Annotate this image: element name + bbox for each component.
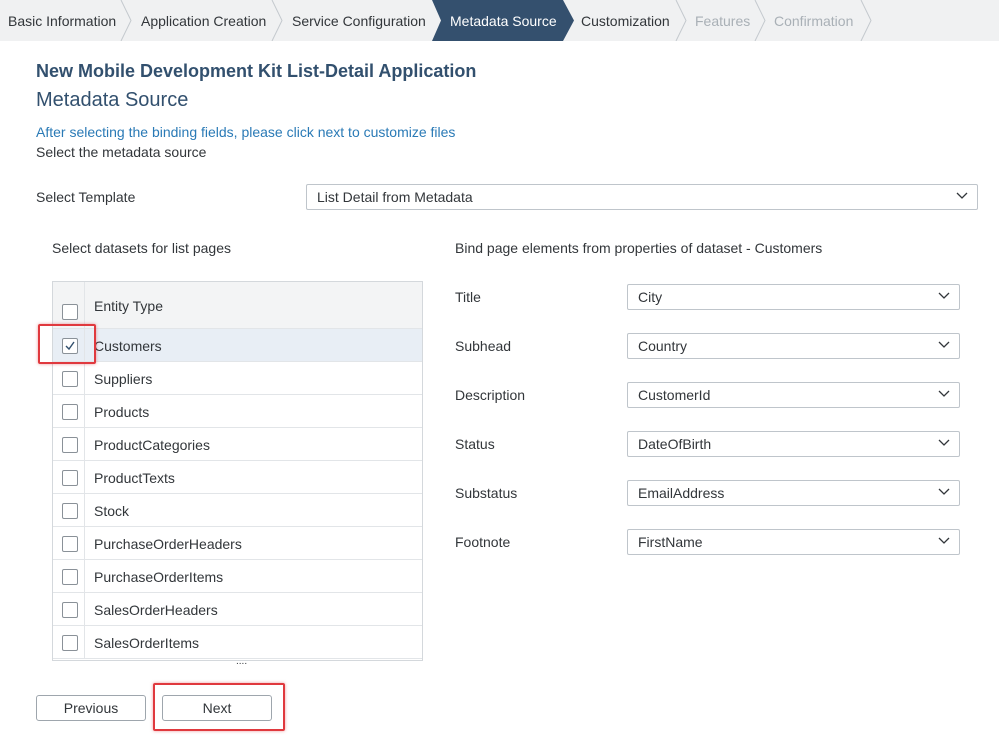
entity-name: SalesOrderItems [94,635,200,651]
page-title: Metadata Source [36,89,189,111]
column-divider [84,527,85,560]
template-select-value: List Detail from Metadata [317,189,473,205]
select-template-label: Select Template [36,189,136,205]
wizard-step-service-configuration[interactable]: Service Configuration [292,0,426,41]
check-icon [65,341,75,351]
row-checkbox[interactable] [62,602,78,618]
entity-type-column-header: Entity Type [94,298,164,314]
wizard-step-features: Features [695,12,751,29]
table-row[interactable]: ProductTexts [53,461,422,494]
datasets-table: Entity Type Customers Suppliers Products… [52,281,423,661]
subhead-select-value: Country [638,338,688,354]
table-row[interactable]: SalesOrderHeaders [53,593,422,626]
wizard-step-customization[interactable]: Customization [581,0,670,41]
status-field-label: Status [455,436,495,452]
column-divider [84,395,85,428]
subhead-select[interactable]: Country [627,333,960,359]
title-select-value: City [638,289,663,305]
chevron-down-icon [938,488,950,495]
entity-name: Customers [94,338,162,354]
chevron-down-icon [938,439,950,446]
step-separator-chevron [120,0,132,41]
table-row[interactable]: ProductCategories [53,428,422,461]
entity-name: PurchaseOrderItems [94,569,224,585]
status-select[interactable]: DateOfBirth [627,431,960,457]
table-row[interactable]: PurchaseOrderHeaders [53,527,422,560]
entity-name: PurchaseOrderHeaders [94,536,242,552]
section-subtitle: Select the metadata source [36,144,207,160]
entity-name: SalesOrderHeaders [94,602,218,618]
entity-name: Stock [94,503,130,519]
row-checkbox[interactable] [62,569,78,585]
entity-name: Suppliers [94,371,153,387]
footnote-field-label: Footnote [455,534,511,550]
step-separator-chevron [271,0,283,41]
row-checkbox[interactable] [62,437,78,453]
chevron-down-icon [938,390,950,397]
substatus-field-label: Substatus [455,485,518,501]
table-header: Entity Type [53,282,422,329]
column-divider [84,461,85,494]
next-button[interactable]: Next [162,695,272,721]
table-row[interactable]: Suppliers [53,362,422,395]
app-title: New Mobile Development Kit List-Detail A… [36,61,477,81]
select-all-checkbox[interactable] [62,304,78,320]
hint-text: After selecting the binding fields, plea… [36,124,456,140]
subhead-field-label: Subhead [455,338,512,354]
column-divider [84,560,85,593]
table-row[interactable]: SalesOrderItems [53,626,422,659]
row-checkbox[interactable] [62,470,78,486]
bind-elements-label: Bind page elements from properties of da… [455,240,823,256]
entity-name: Products [94,404,150,420]
footnote-select-value: FirstName [638,534,703,550]
step-separator-chevron [860,0,872,41]
table-row[interactable]: Products [53,395,422,428]
template-select[interactable]: List Detail from Metadata [306,184,978,210]
wizard-step-confirmation: Confirmation [774,12,854,29]
title-select[interactable]: City [627,284,960,310]
more-indicator[interactable]: .... [236,656,247,667]
column-divider [84,362,85,395]
status-select-value: DateOfBirth [638,436,712,452]
description-select[interactable]: CustomerId [627,382,960,408]
description-field-label: Description [455,387,526,403]
substatus-select[interactable]: EmailAddress [627,480,960,506]
row-checkbox[interactable] [62,338,78,354]
entity-name: ProductCategories [94,437,210,453]
row-checkbox[interactable] [62,635,78,651]
table-row[interactable]: Customers [53,329,422,362]
chevron-down-icon [956,192,968,199]
row-checkbox[interactable] [62,404,78,420]
footnote-select[interactable]: FirstName [627,529,960,555]
column-divider [84,626,85,659]
table-row[interactable]: Stock [53,494,422,527]
row-checkbox[interactable] [62,371,78,387]
title-field-label: Title [455,289,481,305]
wizard-step-metadata-source[interactable]: Metadata Source [450,0,557,41]
substatus-select-value: EmailAddress [638,485,725,501]
chevron-down-icon [938,537,950,544]
datasets-label: Select datasets for list pages [52,240,231,256]
wizard-step-basic-information[interactable]: Basic Information [8,0,116,41]
description-select-value: CustomerId [638,387,711,403]
chevron-down-icon [938,292,950,299]
table-row[interactable]: PurchaseOrderItems [53,560,422,593]
column-divider [84,593,85,626]
chevron-down-icon [938,341,950,348]
column-divider [84,329,85,362]
previous-button[interactable]: Previous [36,695,146,721]
row-checkbox[interactable] [62,536,78,552]
step-separator-chevron [675,0,687,41]
wizard-step-application-creation[interactable]: Application Creation [141,0,266,41]
column-divider [84,494,85,527]
entity-name: ProductTexts [94,470,175,486]
wizard-step-bar: Basic Information Application Creation S… [0,0,999,41]
column-divider [84,282,85,329]
column-divider [84,428,85,461]
row-checkbox[interactable] [62,503,78,519]
step-separator-chevron [754,0,766,41]
